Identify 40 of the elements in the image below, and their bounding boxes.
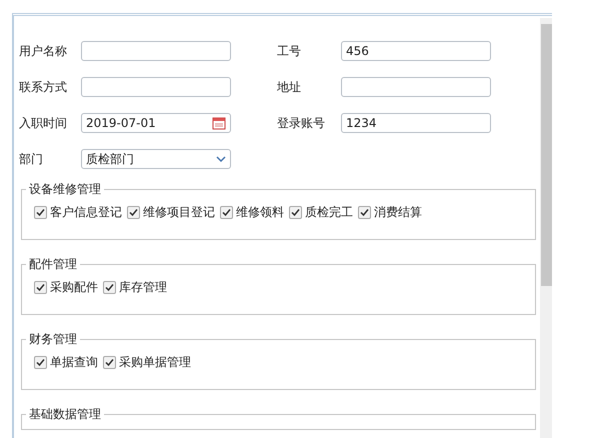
checkbox-label[interactable]: 单据查询 (50, 354, 98, 371)
group-title: 配件管理 (28, 256, 78, 273)
calendar-icon[interactable] (212, 116, 226, 130)
group-title: 基础数据管理 (28, 406, 102, 423)
input-field[interactable] (81, 41, 231, 61)
checkbox-label[interactable]: 质检完工 (305, 204, 353, 221)
input-field[interactable]: 1234 (341, 113, 491, 133)
checkbox[interactable] (358, 206, 371, 219)
field-label: 用户名称 (19, 42, 68, 60)
checkbox-label[interactable]: 维修领料 (236, 204, 284, 221)
checkbox[interactable] (34, 281, 47, 294)
field-label: 登录账号 (277, 114, 326, 132)
scrollbar[interactable] (540, 18, 552, 438)
field-label: 工号 (277, 42, 302, 60)
field-label: 地址 (277, 78, 302, 96)
checkbox[interactable] (103, 356, 116, 369)
checkbox-label[interactable]: 库存管理 (119, 279, 167, 296)
input-field[interactable] (81, 77, 231, 97)
checkbox[interactable] (34, 356, 47, 369)
input-field[interactable]: 456 (341, 41, 491, 61)
checkbox-label[interactable]: 采购单据管理 (119, 354, 191, 371)
scroll-thumb[interactable] (540, 24, 552, 286)
date-field[interactable]: 2019-07-01 (81, 113, 231, 133)
field-label: 入职时间 (19, 114, 68, 132)
group-title: 设备维修管理 (28, 181, 102, 198)
checkbox-label[interactable]: 采购配件 (50, 279, 98, 296)
checkbox[interactable] (103, 281, 116, 294)
checkbox-label[interactable]: 客户信息登记 (50, 204, 122, 221)
input-field[interactable] (341, 77, 491, 97)
group-title: 财务管理 (28, 331, 78, 348)
department-select[interactable]: 质检部门 (81, 149, 231, 169)
field-label: 部门 (19, 150, 44, 168)
checkbox[interactable] (34, 206, 47, 219)
caret-icon[interactable] (216, 156, 226, 162)
checkbox-label[interactable]: 消费结算 (374, 204, 422, 221)
checkbox-label[interactable]: 维修项目登记 (143, 204, 215, 221)
checkbox[interactable] (220, 206, 233, 219)
checkbox[interactable] (289, 206, 302, 219)
checkbox[interactable] (127, 206, 140, 219)
field-label: 联系方式 (19, 78, 68, 96)
